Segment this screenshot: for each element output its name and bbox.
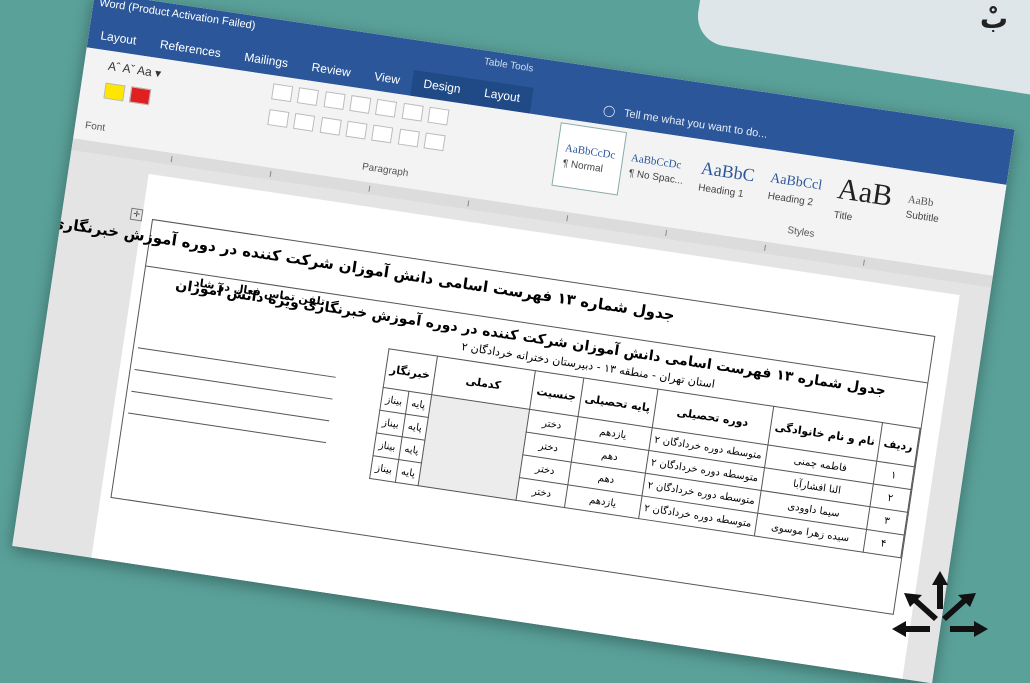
style-title[interactable]: AaB Title bbox=[824, 163, 904, 237]
sort-icon[interactable] bbox=[401, 102, 424, 122]
highlight-icon[interactable] bbox=[103, 82, 126, 102]
national-id-redacted bbox=[417, 394, 530, 501]
pilcrow-icon[interactable] bbox=[427, 106, 450, 126]
reporter-status-1: پایه bbox=[394, 459, 422, 486]
style-sample: AaBbCcl bbox=[769, 170, 824, 194]
style-no-spacing[interactable]: AaBbCcDc ¶ No Spac... bbox=[617, 132, 697, 206]
numbering-icon[interactable] bbox=[297, 87, 320, 107]
ruler-tick bbox=[764, 244, 766, 251]
paragraph-group-label: Paragraph bbox=[361, 161, 410, 180]
ruler-tick bbox=[566, 215, 569, 222]
table-tools-label: Table Tools bbox=[483, 56, 535, 75]
reporter-status-1: پایه bbox=[401, 413, 429, 441]
word-window-screenshot: Word (Product Activation Failed) Table T… bbox=[12, 0, 1015, 683]
style-sample: AaBbC bbox=[699, 157, 757, 186]
table-move-handle-icon[interactable]: ✛ bbox=[129, 207, 144, 222]
ruler-tick bbox=[467, 200, 470, 207]
document-table: جدول شماره ۱۳ فهرست اسامی دانش آموزان شر… bbox=[12, 193, 936, 615]
styles-group-label: Styles bbox=[786, 225, 816, 240]
style-heading-2[interactable]: AaBbCcl Heading 2 bbox=[757, 153, 834, 226]
align-center-icon[interactable] bbox=[293, 112, 316, 132]
borders-icon[interactable] bbox=[423, 132, 446, 152]
font-size-controls[interactable]: Aˆ Aˇ Aa ▾ bbox=[107, 59, 162, 81]
style-name: ¶ Normal bbox=[562, 157, 604, 175]
multilevel-list-icon[interactable] bbox=[323, 91, 346, 110]
align-right-icon[interactable] bbox=[319, 116, 342, 136]
style-sample: AaBb bbox=[907, 193, 935, 209]
move-cursor-icon bbox=[892, 571, 988, 637]
line-spacing-icon[interactable] bbox=[371, 124, 394, 144]
style-name: Title bbox=[833, 209, 854, 223]
justify-icon[interactable] bbox=[345, 120, 368, 140]
reporter-status-1: پایه bbox=[398, 436, 425, 463]
ruler-tick bbox=[368, 185, 371, 192]
increase-indent-icon[interactable] bbox=[375, 98, 398, 118]
style-normal[interactable]: AaBbCcDc ¶ Normal bbox=[551, 122, 627, 196]
ruler-tick bbox=[665, 230, 668, 237]
shading-icon[interactable] bbox=[397, 128, 420, 148]
font-color-controls[interactable] bbox=[103, 82, 155, 109]
font-color-icon[interactable] bbox=[129, 86, 152, 106]
reporter-status-1: پایه bbox=[405, 391, 432, 418]
style-subtitle[interactable]: AaBb Subtitle bbox=[894, 174, 952, 245]
style-name: Subtitle bbox=[904, 208, 940, 225]
reporter-status-2: بیناز bbox=[369, 455, 399, 483]
ruler-tick bbox=[269, 170, 272, 177]
align-left-icon[interactable] bbox=[267, 109, 290, 128]
bullets-icon[interactable] bbox=[271, 83, 294, 103]
corner-glyph: بْ bbox=[979, 2, 1008, 35]
lightbulb-icon: ◯ bbox=[602, 104, 617, 119]
ruler-tick bbox=[170, 156, 173, 163]
column-header: ردیف bbox=[876, 422, 921, 467]
style-sample: AaB bbox=[835, 171, 895, 213]
decrease-indent-icon[interactable] bbox=[349, 95, 372, 114]
style-heading-1[interactable]: AaBbC Heading 1 bbox=[687, 143, 766, 217]
style-name: Heading 2 bbox=[767, 190, 814, 208]
row-number: ۴ bbox=[862, 529, 905, 558]
style-name: Heading 1 bbox=[697, 182, 745, 200]
ruler-tick bbox=[863, 259, 865, 266]
font-group-label: Font bbox=[84, 120, 106, 134]
